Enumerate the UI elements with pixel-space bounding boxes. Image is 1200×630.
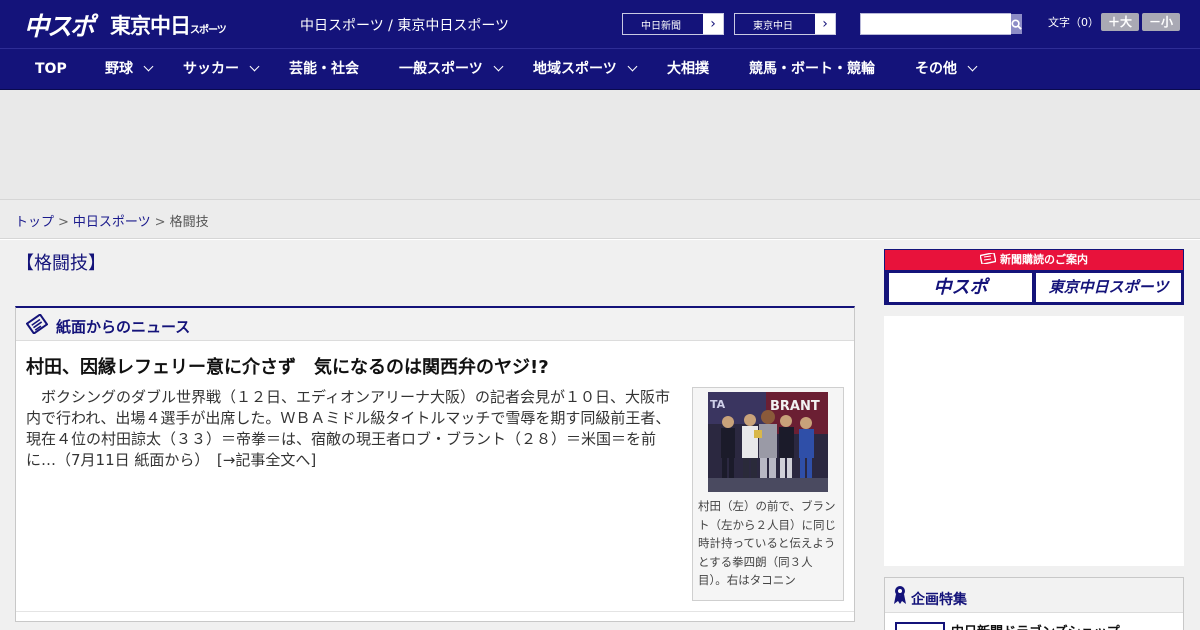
nav-label: 芸能・社会 (289, 61, 359, 77)
chunichi-shimbun-link[interactable]: 中日新聞 › (622, 13, 724, 35)
news-card: 紙面からのニュース 村田、因縁レフェリー意に介さず 気になるのは関西弁のヤジ!?… (15, 306, 855, 622)
shop-thumbnail[interactable] (895, 622, 945, 630)
nav-item-baseball[interactable]: 野球 (105, 49, 154, 89)
nav-item-other[interactable]: その他 (915, 49, 978, 89)
feature-label: 企画特集 (911, 592, 967, 608)
feature-item-link[interactable]: 中日新聞ドラゴンズショップ (951, 621, 1120, 630)
tokyo-chunichi-label: 東京中日 (735, 14, 815, 34)
chevron-right-icon: › (815, 14, 835, 34)
font-smaller-button[interactable]: －小 (1142, 13, 1180, 31)
nav-label: 大相撲 (667, 61, 709, 77)
read-more-link[interactable]: [→記事全文へ] (217, 451, 316, 469)
subscribe-chuspo-logo[interactable]: 中スポ (889, 273, 1032, 302)
top-ad-area (0, 90, 1200, 200)
nav-label: 競馬・ボート・競輪 (749, 61, 875, 77)
subscribe-header: 新聞購読のご案内 (885, 250, 1183, 270)
chevron-down-icon (967, 61, 978, 72)
article-photo-box: BRANT TA 村田（左）の前で、ブラント（左から２人目）に同じ時計持っている… (692, 387, 844, 601)
nav-label: TOP (35, 61, 67, 77)
nav-item-general-sports[interactable]: 一般スポーツ (399, 49, 504, 89)
nav-item-top[interactable]: TOP (35, 49, 67, 89)
font-larger-button[interactable]: ＋大 (1101, 13, 1139, 31)
news-section-header: 紙面からのニュース (16, 308, 854, 341)
nav-label: その他 (915, 61, 957, 77)
breadcrumb-link-top[interactable]: トップ (15, 215, 54, 230)
chevron-down-icon (627, 61, 638, 72)
article-headline[interactable]: 村田、因縁レフェリー意に介さず 気になるのは関西弁のヤジ!? (26, 353, 826, 379)
search-form (860, 13, 1022, 35)
nav-label: 地域スポーツ (533, 61, 617, 77)
article-photo[interactable]: BRANT TA (708, 392, 828, 492)
chevron-down-icon (493, 61, 504, 72)
svg-text:BRANT: BRANT (770, 399, 820, 414)
subscribe-tokyo-logo[interactable]: 東京中日スポーツ (1036, 273, 1181, 302)
page-title: 【格闘技】 (16, 253, 106, 274)
chevron-down-icon (249, 61, 260, 72)
chevron-down-icon (143, 61, 154, 72)
ribbon-icon (894, 586, 906, 604)
subscribe-label: 新聞購読のご案内 (1000, 253, 1088, 266)
tokyo-chunichi-logo[interactable]: 東京中日スポーツ (110, 10, 227, 40)
breadcrumb-bar: トップ > 中日スポーツ > 格闘技 (0, 200, 1200, 239)
main-nav: TOP 野球 サッカー 芸能・社会 一般スポーツ 地域スポーツ 大相撲 競馬・ボ… (0, 48, 1200, 90)
ticket-icon (979, 251, 997, 266)
sidebar-ad-area (884, 316, 1184, 566)
subscribe-banner[interactable]: 新聞購読のご案内 中スポ 東京中日スポーツ (884, 249, 1184, 305)
chevron-right-icon: › (703, 14, 723, 34)
breadcrumb-current: 格闘技 (169, 215, 209, 230)
newspaper-icon (26, 314, 48, 334)
news-card-footer (16, 611, 854, 621)
press-conference-photo-icon: BRANT TA (708, 392, 828, 492)
feature-box: 企画特集 中日新聞ドラゴンズショップ (884, 577, 1184, 630)
nav-label: 一般スポーツ (399, 61, 483, 77)
svg-text:TA: TA (710, 398, 726, 411)
tokyo-logo-main: 東京中日 (110, 14, 191, 38)
search-input[interactable] (861, 14, 1011, 34)
tokyo-chunichi-link[interactable]: 東京中日 › (734, 13, 836, 35)
nav-item-sumo[interactable]: 大相撲 (667, 49, 709, 89)
chuspo-logo[interactable]: 中スポ (24, 7, 95, 43)
article-summary: ボクシングのダブル世界戦（１２日、エディオンアリーナ大阪）の記者会見が１０日、大… (26, 387, 684, 471)
nav-item-local-sports[interactable]: 地域スポーツ (533, 49, 638, 89)
search-button[interactable] (1011, 14, 1022, 34)
feature-header: 企画特集 (885, 578, 1183, 613)
nav-label: 野球 (105, 61, 133, 77)
font-size-label: 文字（0） (1048, 16, 1099, 29)
tokyo-logo-sub: スポーツ (190, 25, 227, 36)
photo-caption: 村田（左）の前で、ブラント（左から２人目）に同じ時計持っていると伝えようとする拳… (698, 499, 836, 587)
site-title: 中日スポーツ / 東京中日スポーツ (300, 18, 510, 34)
site-header: 中スポ 東京中日スポーツ 中日スポーツ / 東京中日スポーツ 中日新聞 › 東京… (0, 0, 1200, 48)
chunichi-shimbun-label: 中日新聞 (623, 14, 703, 34)
nav-item-racing[interactable]: 競馬・ボート・競輪 (749, 49, 875, 89)
article-body: ボクシングのダブル世界戦（１２日、エディオンアリーナ大阪）の記者会見が１０日、大… (26, 388, 671, 469)
nav-item-soccer[interactable]: サッカー (183, 49, 260, 89)
breadcrumb-separator: > (58, 215, 69, 230)
news-section-label: 紙面からのニュース (56, 318, 191, 336)
nav-label: サッカー (183, 61, 239, 77)
breadcrumb: トップ > 中日スポーツ > 格闘技 (15, 211, 209, 230)
breadcrumb-separator: > (154, 215, 166, 230)
breadcrumb-link-chunichi-sports[interactable]: 中日スポーツ (73, 215, 151, 230)
nav-item-entertainment[interactable]: 芸能・社会 (289, 49, 359, 89)
search-icon (1011, 18, 1022, 30)
